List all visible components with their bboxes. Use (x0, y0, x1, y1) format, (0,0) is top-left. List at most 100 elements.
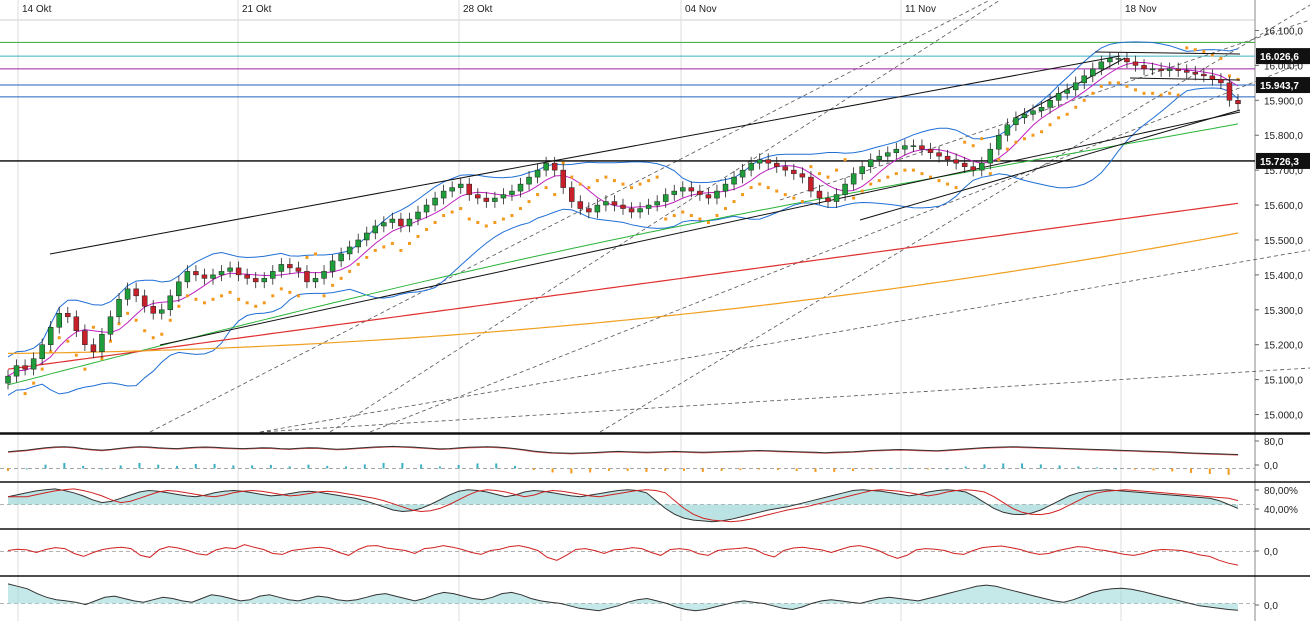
sar-dot (331, 283, 335, 287)
sar-dot (228, 290, 232, 294)
candle-body (509, 190, 515, 195)
sar-dot (160, 332, 164, 336)
macd-histogram-bar (326, 465, 329, 469)
macd-histogram-bar (514, 465, 517, 469)
candle-body (244, 274, 250, 279)
macd-histogram-bar (645, 468, 648, 472)
sar-dot (262, 301, 266, 305)
sar-dot (143, 329, 147, 333)
y-tick-label: 15.500,0 (1264, 236, 1303, 247)
macd-histogram-bar (1058, 465, 1061, 469)
candle-body (1098, 61, 1105, 70)
candle-body (312, 278, 319, 283)
candle-body (756, 159, 763, 164)
macd-histogram-bar (457, 464, 460, 469)
price-tag-label: 16.026,6 (1260, 52, 1299, 63)
sar-dot (612, 179, 616, 183)
sar-dot (168, 318, 172, 322)
candle-body (517, 183, 524, 192)
candle-body (47, 327, 54, 345)
chart-area[interactable]: 16.100,0 16.000,0 15.900,0 15.800,0 15.700,0… (0, 0, 1310, 621)
candle-body (637, 208, 643, 213)
macd-histogram-bar (814, 468, 817, 472)
sar-dot (587, 186, 591, 190)
sar-dot (202, 301, 206, 305)
macd-histogram-bar (495, 463, 498, 469)
candle-body (910, 145, 917, 147)
sar-dot (365, 255, 369, 259)
sar-dot (835, 168, 839, 172)
sar-dot (997, 158, 1001, 162)
candle-body (816, 190, 823, 199)
macd-histogram-bar (852, 468, 855, 471)
price-chart-svg[interactable]: 16.100,016.000,015.900,015.800,015.700,0… (0, 0, 1310, 621)
sar-dot (903, 168, 907, 172)
candle-body (671, 190, 677, 195)
candle-body (731, 176, 737, 185)
panel-tick-label: 80,0 (1264, 437, 1284, 448)
sar-dot (766, 186, 770, 190)
panel-tick-label: 40,00% (1264, 505, 1298, 516)
macd-histogram-bar (1021, 463, 1024, 469)
macd-histogram-bar (889, 467, 892, 469)
macd-histogram-bar (570, 468, 573, 474)
sar-dot (288, 290, 292, 294)
macd-histogram-bar (908, 467, 911, 469)
y-tick-label: 16.100,0 (1264, 26, 1303, 37)
sar-dot (1219, 56, 1223, 60)
sar-dot (647, 179, 651, 183)
sar-dot (595, 179, 599, 183)
sar-dot (809, 165, 813, 169)
candle-body (996, 134, 1002, 150)
panel-tick-label: 0,0 (1264, 547, 1278, 558)
candle-body (748, 162, 754, 171)
candle-body (1072, 82, 1079, 91)
candle-body (1149, 68, 1156, 71)
candle-body (372, 225, 379, 234)
candle-body (133, 288, 139, 297)
macd-histogram-bar (100, 468, 103, 470)
candle-body (979, 162, 985, 171)
candle-body (1081, 75, 1087, 84)
sar-dot (877, 179, 881, 183)
sar-dot (1057, 116, 1061, 120)
candle-body (1038, 107, 1045, 112)
macd-histogram-bar (945, 468, 948, 470)
sar-dot (83, 367, 87, 371)
sar-dot (843, 158, 847, 162)
macd-histogram-bar (476, 463, 479, 469)
sar-dot (23, 392, 27, 396)
sar-dot (800, 200, 804, 204)
panel-tick-label: 80,00% (1264, 486, 1298, 497)
candle-body (22, 365, 28, 370)
candle-body (389, 218, 396, 223)
candle-body (714, 190, 720, 199)
candle-body (5, 375, 11, 384)
candle-body (116, 299, 122, 318)
candle-body (1218, 79, 1224, 84)
sar-dot (194, 297, 198, 301)
sar-dot (689, 214, 693, 218)
candle-body (252, 278, 259, 283)
sar-dot (869, 182, 873, 186)
candle-body (902, 145, 908, 150)
sar-dot (134, 318, 138, 322)
candle-body (227, 267, 233, 272)
sar-dot (1159, 93, 1163, 97)
sar-dot (442, 214, 446, 218)
sar-dot (322, 294, 326, 298)
macd-histogram-bar (964, 466, 967, 469)
candle-body (893, 148, 900, 153)
sar-dot (732, 200, 736, 204)
macd-histogram-bar (288, 466, 291, 469)
candle-body (1115, 58, 1122, 60)
y-tick-label: 15.100,0 (1264, 376, 1303, 387)
macd-histogram-bar (1002, 463, 1005, 469)
candle-body (235, 267, 242, 276)
date-label: 21 Okt (242, 4, 272, 15)
candle-body (355, 239, 361, 248)
sar-dot (988, 172, 992, 176)
candle-body (859, 166, 865, 174)
candle-body (90, 344, 97, 352)
candle-body (287, 264, 293, 269)
